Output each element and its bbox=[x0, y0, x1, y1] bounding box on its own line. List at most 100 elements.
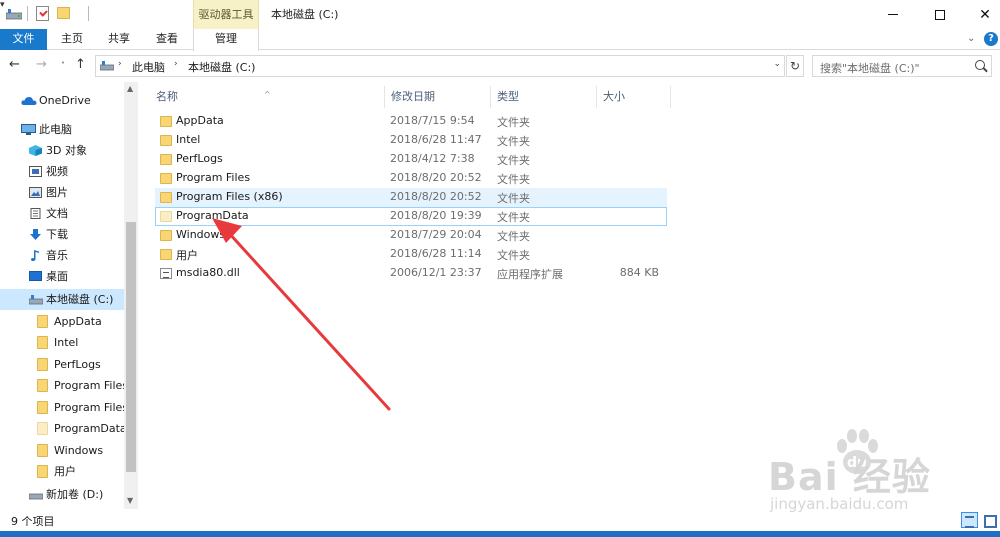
drive-icon bbox=[6, 9, 22, 20]
sidebar-item-intel[interactable]: Intel bbox=[0, 332, 124, 353]
table-row[interactable]: PerfLogs 2018/4/12 7:38 文件夹 bbox=[155, 150, 667, 169]
watermark-url: jingyan.baidu.com bbox=[770, 495, 909, 513]
sidebar-item-3d-objects[interactable]: 3D 对象 bbox=[0, 140, 124, 161]
close-button[interactable]: ✕ bbox=[962, 0, 1000, 29]
breadcrumb-separator-icon[interactable]: › bbox=[174, 59, 178, 69]
file-date: 2018/8/20 19:39 bbox=[390, 209, 482, 222]
sidebar-item-music[interactable]: 音乐 bbox=[0, 245, 124, 266]
scroll-down-icon[interactable]: ▼ bbox=[127, 496, 133, 505]
column-header-label: 名称 bbox=[156, 90, 178, 103]
table-row[interactable]: ProgramData 2018/8/20 19:39 文件夹 bbox=[155, 207, 667, 226]
sidebar-item-documents[interactable]: 文档 bbox=[0, 203, 124, 224]
sort-ascending-icon: ^ bbox=[264, 90, 271, 99]
quick-access-dropdown-icon[interactable]: ▾ bbox=[0, 0, 1000, 10]
sidebar-item-users[interactable]: 用户 bbox=[0, 461, 124, 482]
refresh-button[interactable]: ↻ bbox=[786, 55, 804, 77]
folder-icon bbox=[160, 154, 172, 165]
sidebar-item-desktop[interactable]: 桌面 bbox=[0, 266, 124, 287]
sidebar-item-onedrive[interactable]: OneDrive bbox=[0, 90, 124, 111]
search-input[interactable]: 搜索"本地磁盘 (C:)" bbox=[812, 55, 992, 77]
folder-icon bbox=[160, 116, 172, 127]
file-type: 文件夹 bbox=[497, 116, 530, 129]
scrollbar-thumb[interactable] bbox=[126, 222, 136, 472]
file-date: 2018/7/15 9:54 bbox=[390, 114, 475, 127]
recent-locations-button[interactable]: ˅ bbox=[61, 61, 65, 70]
sidebar-item-appdata[interactable]: AppData bbox=[0, 311, 124, 332]
table-row[interactable]: Intel 2018/6/28 11:47 文件夹 bbox=[155, 131, 667, 150]
expand-ribbon-icon[interactable]: ⌄ bbox=[967, 33, 975, 44]
drive-icon bbox=[100, 61, 114, 71]
sidebar-item-programdata[interactable]: ProgramData bbox=[0, 418, 124, 439]
sidebar-item-local-disk-c[interactable]: 本地磁盘 (C:) bbox=[0, 289, 124, 310]
folder-icon bbox=[37, 358, 48, 371]
table-row[interactable]: Program Files (x86) 2018/8/20 20:52 文件夹 bbox=[155, 188, 667, 207]
file-type: 文件夹 bbox=[497, 211, 530, 224]
column-header-type[interactable]: 类型 bbox=[491, 86, 597, 108]
navigation-pane: OneDrive 此电脑 3D 对象 视频 图片 文档 下载 音乐 桌面 本地磁… bbox=[0, 82, 138, 509]
window-title: 本地磁盘 (C:) bbox=[271, 8, 339, 21]
address-bar[interactable]: › 此电脑 › 本地磁盘 (C:) ⌄ bbox=[95, 55, 785, 77]
folder-icon bbox=[37, 422, 48, 435]
cube-icon bbox=[29, 145, 42, 156]
search-placeholder: 搜索"本地磁盘 (C:)" bbox=[820, 62, 920, 75]
properties-icon[interactable] bbox=[36, 6, 49, 21]
sidebar-scrollbar[interactable]: ▲ ▼ bbox=[124, 82, 138, 509]
sidebar-item-label: Program Files bbox=[54, 401, 124, 414]
download-icon bbox=[30, 229, 41, 240]
back-button[interactable]: ← bbox=[9, 57, 20, 72]
computer-icon bbox=[21, 124, 36, 135]
sidebar-item-new-volume-d[interactable]: 新加卷 (D:) bbox=[0, 484, 124, 505]
maximize-icon bbox=[935, 9, 945, 20]
breadcrumb-local-disk[interactable]: 本地磁盘 (C:) bbox=[188, 59, 255, 75]
table-row[interactable]: msdia80.dll 2006/12/1 23:37 应用程序扩展 884 K… bbox=[155, 264, 667, 283]
breadcrumb-this-pc[interactable]: 此电脑 bbox=[132, 59, 165, 75]
table-row[interactable]: Windows 2018/7/29 20:04 文件夹 bbox=[155, 226, 667, 245]
column-header-name[interactable]: 名称 ^ bbox=[150, 86, 385, 108]
tab-view[interactable]: 查看 bbox=[145, 29, 189, 50]
sidebar-item-perflogs[interactable]: PerfLogs bbox=[0, 354, 124, 375]
sidebar-item-label: 3D 对象 bbox=[46, 144, 87, 157]
sidebar-item-label: 此电脑 bbox=[39, 123, 72, 136]
file-type: 应用程序扩展 bbox=[497, 268, 563, 281]
drive-icon bbox=[29, 493, 43, 500]
drive-icon bbox=[29, 295, 43, 305]
file-type: 文件夹 bbox=[497, 135, 530, 148]
new-folder-icon[interactable] bbox=[57, 7, 70, 19]
folder-icon bbox=[37, 444, 48, 457]
tab-share[interactable]: 共享 bbox=[97, 29, 141, 50]
table-row[interactable]: 用户 2018/6/28 11:14 文件夹 bbox=[155, 245, 667, 264]
maximize-button[interactable] bbox=[917, 0, 963, 29]
file-type: 文件夹 bbox=[497, 173, 530, 186]
breadcrumb-separator-icon[interactable]: › bbox=[118, 59, 122, 69]
file-type: 文件夹 bbox=[497, 192, 530, 205]
sidebar-item-videos[interactable]: 视频 bbox=[0, 161, 124, 182]
address-dropdown-icon[interactable]: ⌄ bbox=[773, 59, 781, 69]
sidebar-item-label: 图片 bbox=[46, 186, 68, 199]
sidebar-item-this-pc[interactable]: 此电脑 bbox=[0, 119, 124, 140]
sidebar-item-label: 桌面 bbox=[46, 270, 68, 283]
tab-manage[interactable]: 管理 bbox=[193, 29, 259, 51]
sidebar-item-program-files[interactable]: Program Files bbox=[0, 375, 124, 396]
column-header-size[interactable]: 大小 bbox=[597, 86, 671, 108]
column-header-date[interactable]: 修改日期 bbox=[385, 86, 491, 108]
sidebar-item-label: 本地磁盘 (C:) bbox=[46, 293, 114, 306]
large-icons-view-button[interactable] bbox=[981, 512, 997, 528]
file-date: 2018/7/29 20:04 bbox=[390, 228, 482, 241]
minimize-button[interactable] bbox=[870, 0, 916, 29]
folder-icon bbox=[37, 465, 48, 478]
scroll-up-icon[interactable]: ▲ bbox=[127, 84, 133, 93]
sidebar-item-program-files-x86[interactable]: Program Files bbox=[0, 397, 124, 418]
table-row[interactable]: Program Files 2018/8/20 20:52 文件夹 bbox=[155, 169, 667, 188]
up-button[interactable]: ↑ bbox=[75, 57, 86, 72]
sidebar-item-pictures[interactable]: 图片 bbox=[0, 182, 124, 203]
forward-button[interactable]: → bbox=[36, 57, 47, 72]
search-icon[interactable] bbox=[975, 60, 985, 70]
tab-home[interactable]: 主页 bbox=[50, 29, 94, 50]
sidebar-item-label: Program Files bbox=[54, 379, 124, 392]
file-name: msdia80.dll bbox=[176, 266, 240, 279]
sidebar-item-downloads[interactable]: 下载 bbox=[0, 224, 124, 245]
tab-file[interactable]: 文件 bbox=[0, 29, 47, 50]
sidebar-item-windows[interactable]: Windows bbox=[0, 440, 124, 461]
table-row[interactable]: AppData 2018/7/15 9:54 文件夹 bbox=[155, 112, 667, 131]
help-icon[interactable]: ? bbox=[984, 32, 998, 46]
